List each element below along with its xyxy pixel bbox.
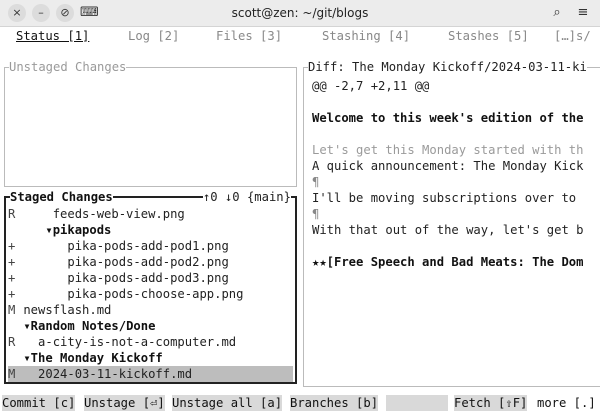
diff-line: Let's get this Monday started with th: [312, 143, 584, 157]
file-row[interactable]: M 2024-03-11-kickoff.md: [8, 366, 293, 382]
diff-line: ¶: [312, 175, 320, 189]
diff-line: ¶: [312, 207, 320, 221]
title-bar: × – ⊘ ⌨ scott@zen: ~/git/blogs ⌕ ≡: [0, 0, 600, 27]
unstage-all-button[interactable]: Unstage all [a]: [172, 395, 283, 411]
branch-info: ↑0 ↓0 {main}: [202, 189, 291, 205]
menu-icon[interactable]: ≡: [574, 4, 592, 22]
directory-row[interactable]: ▾Random Notes/Done: [8, 318, 293, 334]
file-row[interactable]: R feeds-web-view.png: [8, 206, 293, 222]
diff-line: @@ -2,7 +2,11 @@: [312, 79, 430, 93]
file-name: 2024-03-11-kickoff.md: [38, 367, 193, 381]
diff-line: With that out of the way, let's get b: [312, 223, 584, 237]
file-row[interactable]: + pika-pods-add-pod3.png: [8, 270, 293, 286]
unstage-button[interactable]: Unstage [⏎]: [84, 395, 165, 411]
file-name: pika-pods-add-pod2.png: [67, 255, 229, 269]
file-status: R: [8, 207, 16, 221]
file-row[interactable]: + pika-pods-choose-app.png: [8, 286, 293, 302]
diff-line: ★★[Free Speech and Bad Meats: The Dom: [312, 255, 584, 269]
file-name: newsflash.md: [23, 303, 112, 317]
tab-stashes[interactable]: Stashes [5]: [448, 29, 529, 43]
diff-title: Diff: The Monday Kickoff/2024-03-11-ki: [308, 59, 587, 75]
terminal-area: Status [1] Log [2] Files [3] Stashing [4…: [0, 27, 600, 412]
commit-button[interactable]: Commit [c]: [2, 395, 76, 411]
tab-files[interactable]: Files [3]: [216, 29, 282, 43]
file-status: +: [8, 255, 16, 269]
file-name: pika-pods-add-pod3.png: [67, 271, 229, 285]
file-status: M: [8, 367, 16, 381]
tab-more[interactable]: […]s/: [554, 29, 591, 43]
more-button[interactable]: more [.]: [537, 395, 596, 411]
file-name: pika-pods-choose-app.png: [67, 287, 244, 301]
directory-name: ▾pikapods: [45, 223, 112, 237]
tab-status[interactable]: Status [1]: [16, 29, 89, 43]
staged-changes-title: Staged Changes: [10, 189, 113, 205]
directory-name: ▾Random Notes/Done: [23, 319, 156, 333]
file-row[interactable]: + pika-pods-add-pod2.png: [8, 254, 293, 270]
tab-bar: Status [1] Log [2] Files [3] Stashing [4…: [0, 27, 600, 47]
search-icon[interactable]: ⌕: [548, 4, 566, 22]
directory-row[interactable]: ▾The Monday Kickoff: [8, 350, 293, 366]
file-status: M: [8, 303, 16, 317]
branches-button[interactable]: Branches [b]: [290, 395, 379, 411]
terminal-window: × – ⊘ ⌨ scott@zen: ~/git/blogs ⌕ ≡ Statu…: [0, 0, 600, 412]
directory-row[interactable]: ▾pikapods: [8, 222, 293, 238]
fetch-button[interactable]: Fetch [⇧F]: [454, 395, 528, 411]
empty-key-slot: [386, 395, 448, 411]
file-name: feeds-web-view.png: [52, 207, 185, 221]
tab-log[interactable]: Log [2]: [128, 29, 179, 43]
diff-line: Welcome to this week's edition of the: [312, 111, 584, 125]
file-row[interactable]: M newsflash.md: [8, 302, 293, 318]
file-status: +: [8, 271, 16, 285]
file-status: R: [8, 335, 16, 349]
window-title: scott@zen: ~/git/blogs: [231, 6, 369, 20]
diff-line: A quick announcement: The Monday Kick: [312, 159, 584, 173]
diff-line: I'll be moving subscriptions over to: [312, 191, 577, 205]
file-status: +: [8, 287, 16, 301]
keybinding-footer: Commit [c] Unstage [⏎] Unstage all [a] B…: [0, 394, 600, 412]
staged-changes-pane[interactable]: Staged Changes ↑0 ↓0 {main} R feeds-web-…: [4, 189, 297, 384]
unstaged-changes-title: Unstaged Changes: [9, 59, 127, 75]
diff-pane[interactable]: Diff: The Monday Kickoff/2024-03-11-ki @…: [303, 59, 600, 387]
file-row[interactable]: R a-city-is-not-a-computer.md: [8, 334, 293, 350]
file-row[interactable]: + pika-pods-add-pod1.png: [8, 238, 293, 254]
file-name: pika-pods-add-pod1.png: [67, 239, 229, 253]
file-status: +: [8, 239, 16, 253]
tab-stashing[interactable]: Stashing [4]: [322, 29, 410, 43]
directory-name: ▾The Monday Kickoff: [23, 351, 163, 365]
file-name: a-city-is-not-a-computer.md: [38, 335, 237, 349]
unstaged-changes-pane[interactable]: Unstaged Changes: [4, 59, 297, 187]
